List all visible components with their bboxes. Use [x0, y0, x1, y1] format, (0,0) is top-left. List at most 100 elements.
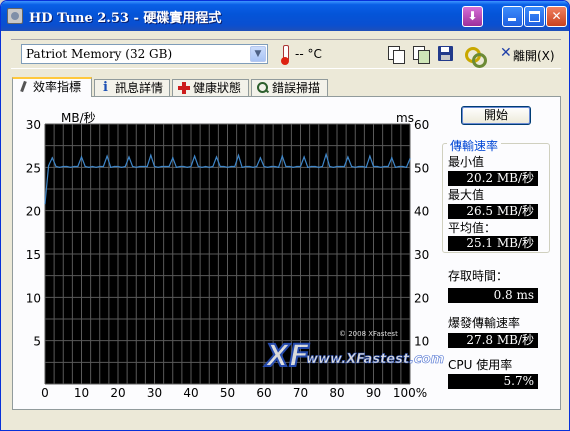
y-tick-label-left: 15 — [26, 248, 41, 262]
access-time-value: 0.8 ms — [448, 288, 538, 303]
series-point — [80, 156, 83, 158]
x-tick-label: 0 — [41, 386, 49, 400]
series-point — [347, 156, 349, 158]
series-point — [223, 165, 225, 168]
series-point — [146, 165, 148, 168]
series-point — [351, 165, 353, 168]
series-point — [288, 165, 291, 168]
series-point — [340, 165, 342, 168]
series-point — [183, 165, 185, 168]
series-point — [175, 166, 177, 168]
burst-rate-label: 爆發傳輸速率 — [448, 316, 521, 330]
start-button[interactable]: 開始 — [461, 106, 531, 125]
series-point — [314, 165, 316, 168]
series-point — [194, 155, 196, 157]
series-point — [369, 155, 371, 157]
series-point — [95, 166, 97, 168]
watermark-url: www.XFastest.com — [306, 352, 444, 367]
series-point — [329, 165, 331, 168]
series-point — [150, 154, 152, 156]
tab-label: 效率指標 — [33, 80, 82, 94]
series-point — [237, 154, 240, 156]
series-point — [190, 165, 192, 168]
series-point — [248, 165, 250, 168]
series-point — [226, 166, 229, 168]
series-point — [259, 157, 261, 159]
series-point — [332, 166, 334, 168]
series-point — [263, 165, 265, 168]
series-point — [274, 165, 276, 168]
series-point — [402, 165, 404, 168]
series-point — [59, 166, 61, 168]
series-point — [325, 153, 327, 155]
series-point — [256, 165, 258, 168]
series-point — [343, 165, 345, 168]
series-point — [245, 165, 247, 168]
series-point — [121, 166, 123, 168]
x-tick-label: 50 — [220, 386, 235, 400]
series-point — [380, 166, 382, 168]
y-tick-label-right: 30 — [414, 248, 429, 262]
x-tick-label: 20 — [110, 386, 125, 400]
series-point — [51, 157, 53, 159]
x-tick-label: 40 — [183, 386, 198, 400]
series-point — [278, 166, 280, 168]
grid-lines — [44, 123, 411, 385]
series-point — [102, 165, 104, 168]
burst-rate-value: 27.8 MB/秒 — [448, 333, 538, 348]
series-point — [318, 166, 320, 168]
series-point — [391, 157, 393, 159]
y-axis-left-label: MB/秒 — [61, 111, 96, 125]
series-point — [398, 165, 400, 168]
series-point — [230, 165, 232, 168]
series-point — [110, 166, 112, 168]
min-value: 20.2 MB/秒 — [448, 171, 538, 186]
x-tick-label: 10 — [74, 386, 89, 400]
series-point — [303, 156, 305, 158]
series-point — [383, 165, 386, 168]
series-point — [215, 156, 218, 158]
series-point — [66, 165, 68, 168]
series-point — [409, 158, 411, 160]
x-tick-label: 90 — [366, 386, 381, 400]
series-point — [168, 165, 170, 168]
avg-value: 25.1 MB/秒 — [448, 236, 538, 251]
series-point — [321, 165, 323, 168]
x-tick-label: 60 — [256, 386, 271, 400]
series-point — [212, 165, 214, 168]
series-point — [84, 165, 86, 168]
y-tick-label-left: 5 — [33, 335, 41, 349]
y-axis-right-label: ms — [396, 111, 414, 125]
min-label: 最小值 — [448, 155, 485, 169]
series-point — [139, 165, 141, 168]
series-point — [197, 165, 199, 168]
series-point — [405, 166, 407, 168]
series-point — [88, 166, 90, 168]
y-tick-label-left: 10 — [26, 291, 41, 305]
y-tick-label-right: 60 — [414, 118, 429, 132]
series-point — [132, 165, 134, 168]
series-point — [164, 165, 167, 168]
series-point — [157, 166, 159, 168]
series-point — [62, 165, 64, 168]
series-point — [172, 157, 174, 159]
series-point — [307, 166, 309, 168]
series-point — [73, 165, 75, 168]
series-point — [106, 155, 108, 157]
series-point — [186, 166, 188, 168]
tab-benchmark[interactable]: 效率指標 — [12, 77, 92, 97]
series-point — [336, 165, 338, 168]
series-point — [48, 165, 50, 167]
series-point — [310, 165, 313, 168]
max-value: 26.5 MB/秒 — [448, 204, 538, 219]
series-point — [394, 166, 396, 168]
transfer-rate-group-label: 傳輸速率 — [447, 137, 502, 154]
series-point — [135, 166, 137, 168]
avg-label: 平均值： — [448, 221, 497, 235]
series-point — [44, 203, 46, 205]
series-point — [205, 165, 207, 168]
x-tick-label: 100% — [393, 386, 427, 400]
cpu-usage-value: 5.7% — [448, 374, 538, 389]
series-point — [270, 165, 272, 168]
series-point — [292, 166, 294, 168]
